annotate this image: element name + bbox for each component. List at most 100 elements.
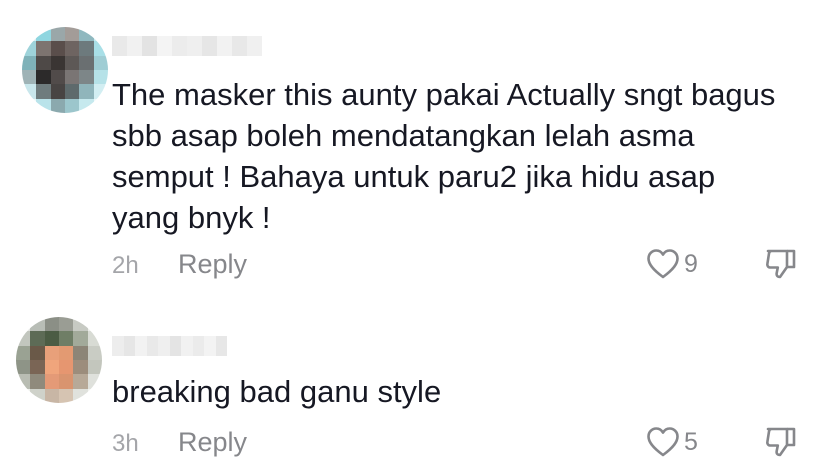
username-pixel — [247, 36, 262, 56]
username-pixel — [127, 36, 142, 56]
avatar[interactable] — [22, 27, 108, 113]
avatar-pixel — [44, 359, 59, 375]
username-pixel — [217, 36, 232, 56]
username-pixel — [172, 36, 187, 56]
avatar-pixel — [44, 374, 59, 389]
avatar-pixel — [73, 345, 88, 360]
comment-1: The masker this aunty pakai Actually sng… — [0, 0, 828, 300]
username-blurred[interactable] — [112, 336, 227, 356]
avatar-pixel — [30, 359, 45, 375]
avatar-pixel — [87, 331, 102, 346]
heart-outline-icon — [647, 427, 679, 457]
like-count: 5 — [684, 427, 698, 456]
like-count: 9 — [684, 249, 698, 278]
username-pixel — [112, 36, 127, 56]
avatar-pixel — [50, 27, 65, 42]
avatar[interactable] — [16, 317, 102, 403]
avatar-pixel — [50, 69, 65, 85]
like-button[interactable]: 9 — [646, 248, 698, 280]
avatar-pixel — [22, 41, 37, 56]
avatar-pixel — [87, 345, 102, 360]
avatar-pixel — [87, 359, 102, 375]
avatar-pixel — [16, 359, 31, 375]
avatar-pixel — [30, 345, 45, 360]
avatar-pixel — [36, 27, 51, 42]
avatar-pixel — [64, 41, 80, 56]
avatar-pixel — [22, 27, 37, 42]
avatar-pixel — [79, 55, 94, 70]
avatar-pixel — [64, 69, 80, 85]
username-pixel — [169, 336, 181, 356]
comment-text: breaking bad ganu style — [112, 374, 442, 409]
username-pixel — [123, 336, 135, 356]
avatar-pixel — [30, 317, 45, 332]
avatar-pixel — [79, 69, 94, 85]
avatar-pixel — [22, 98, 37, 113]
avatar-pixel — [64, 27, 80, 42]
avatar-pixel — [58, 359, 74, 375]
avatar-pixel — [58, 331, 74, 346]
username-pixel — [187, 36, 202, 56]
username-pixel — [146, 336, 158, 356]
dislike-button[interactable] — [764, 426, 798, 463]
avatar-pixel — [36, 98, 51, 113]
reply-button[interactable]: Reply — [178, 427, 247, 458]
avatar-pixel — [16, 374, 31, 389]
avatar-pixel — [44, 317, 59, 332]
username-pixel — [204, 336, 216, 356]
avatar-pixel — [22, 84, 37, 99]
avatar-pixel — [44, 331, 59, 346]
username-pixel — [158, 336, 170, 356]
username-blurred[interactable] — [112, 36, 262, 56]
avatar-pixel — [93, 27, 108, 42]
avatar-pixel — [22, 55, 37, 70]
avatar-pixel — [58, 388, 74, 403]
avatar-pixel — [16, 317, 31, 332]
comment-text: The masker this aunty pakai Actually sng… — [112, 77, 776, 235]
comment-time: 3h — [112, 430, 139, 457]
avatar-pixel — [36, 55, 51, 70]
avatar-pixel — [30, 374, 45, 389]
avatar-pixel — [36, 41, 51, 56]
avatar-pixel — [87, 388, 102, 403]
avatar-pixel — [30, 388, 45, 403]
avatar-pixel — [79, 98, 94, 113]
avatar-pixel — [44, 345, 59, 360]
avatar-pixel — [36, 84, 51, 99]
reply-button[interactable]: Reply — [178, 249, 247, 280]
avatar-pixel — [50, 55, 65, 70]
avatar-pixel — [16, 331, 31, 346]
avatar-pixel — [73, 317, 88, 332]
username-pixel — [142, 36, 157, 56]
avatar-pixel — [50, 84, 65, 99]
avatar-pixel — [44, 388, 59, 403]
username-pixel — [112, 336, 124, 356]
avatar-pixel — [93, 41, 108, 56]
avatar-pixel — [16, 388, 31, 403]
avatar-pixel — [93, 98, 108, 113]
username-pixel — [192, 336, 204, 356]
avatar-pixel — [58, 374, 74, 389]
like-button[interactable]: 5 — [646, 426, 698, 458]
avatar-pixel — [50, 41, 65, 56]
username-pixel — [181, 336, 193, 356]
avatar-pixel — [87, 317, 102, 332]
avatar-pixel — [93, 84, 108, 99]
username-pixel — [157, 36, 172, 56]
avatar-pixel — [64, 84, 80, 99]
avatar-pixel — [58, 345, 74, 360]
avatar-pixel — [93, 69, 108, 85]
avatar-pixel — [16, 345, 31, 360]
avatar-pixel — [73, 374, 88, 389]
avatar-pixel — [30, 331, 45, 346]
avatar-pixel — [79, 84, 94, 99]
username-pixel — [135, 336, 147, 356]
avatar-pixel — [73, 359, 88, 375]
heart-outline-icon — [647, 249, 679, 279]
dislike-button[interactable] — [764, 248, 798, 285]
avatar-pixel — [36, 69, 51, 85]
username-pixel — [215, 336, 227, 356]
username-pixel — [232, 36, 247, 56]
avatar-pixel — [64, 55, 80, 70]
avatar-pixel — [93, 55, 108, 70]
